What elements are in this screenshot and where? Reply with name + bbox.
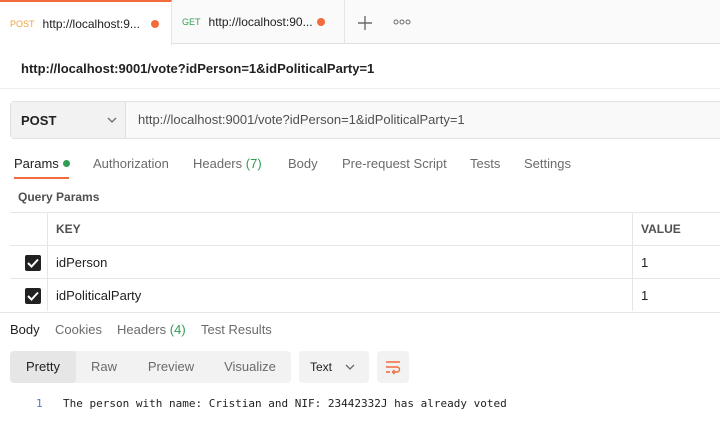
mode-pretty[interactable]: Pretty [10, 351, 76, 383]
headers-count: (4) [169, 322, 186, 337]
format-select[interactable]: Text [299, 351, 369, 383]
table-row: idPoliticalParty 1 [10, 278, 720, 311]
chevron-down-icon [345, 364, 355, 370]
tab-body[interactable]: Body [288, 156, 318, 171]
check-icon [27, 258, 39, 268]
tab-cookies[interactable]: Cookies [55, 322, 102, 337]
request-tabs: Params Authorization Headers (7) Body Pr… [0, 150, 720, 178]
unsaved-dot-icon [316, 18, 325, 26]
mode-raw[interactable]: Raw [76, 351, 132, 383]
param-checkbox[interactable] [25, 255, 41, 271]
query-params-label: Query Params [18, 190, 100, 204]
param-value[interactable]: 1 [641, 288, 648, 303]
tab-response-body[interactable]: Body [10, 322, 40, 337]
table-row: idPerson 1 [10, 245, 720, 278]
tab-label: Headers [117, 322, 167, 337]
plus-icon[interactable] [356, 14, 374, 32]
column-divider [632, 213, 633, 245]
more-horizontal-icon[interactable] [392, 16, 412, 28]
tab-headers[interactable]: Headers (7) [193, 156, 262, 171]
tab-tests[interactable]: Tests [470, 156, 500, 171]
url-input[interactable]: http://localhost:9001/vote?idPerson=1&id… [126, 102, 720, 138]
wrap-lines-icon [386, 361, 401, 375]
request-tab-get[interactable]: GET http://localhost:90... [173, 0, 345, 44]
tab-response-headers[interactable]: Headers (4) [117, 322, 186, 337]
tab-method-label: POST [10, 18, 35, 29]
headers-count: (7) [245, 156, 262, 171]
checkbox-column [10, 213, 48, 245]
method-select[interactable]: POST [11, 102, 126, 138]
param-key[interactable]: idPoliticalParty [56, 288, 141, 303]
line-number: 1 [36, 397, 43, 410]
value-column-header: VALUE [641, 222, 681, 236]
tab-settings[interactable]: Settings [524, 156, 571, 171]
table-header-row: KEY VALUE [10, 212, 720, 245]
response-body-text: The person with name: Cristian and NIF: … [63, 397, 507, 410]
param-value[interactable]: 1 [641, 255, 648, 270]
divider [0, 88, 720, 89]
mode-preview[interactable]: Preview [132, 351, 210, 383]
checkbox-cell [10, 246, 48, 278]
active-tab-indicator [14, 177, 69, 179]
tab-strip: POST http://localhost:9... GET http://lo… [0, 0, 720, 45]
tab-label: Headers [193, 156, 243, 171]
active-dot-icon [62, 160, 70, 167]
tab-label: Params [14, 156, 59, 171]
wrap-lines-button[interactable] [377, 351, 409, 383]
column-divider [632, 246, 633, 278]
url-bar: POST http://localhost:9001/vote?idPerson… [10, 101, 720, 139]
column-divider [632, 279, 633, 311]
request-tab-post[interactable]: POST http://localhost:9... [0, 0, 172, 45]
response-tabs: Body Cookies Headers (4) Test Results [0, 312, 720, 342]
query-params-table: KEY VALUE idPerson 1 idPoliticalParty 1 [10, 212, 720, 312]
tab-test-results[interactable]: Test Results [201, 322, 272, 337]
view-mode-group: Pretty Raw Preview Visualize [10, 351, 291, 383]
method-label: POST [21, 112, 57, 128]
tab-pre-request-script[interactable]: Pre-request Script [342, 156, 447, 171]
tab-authorization[interactable]: Authorization [93, 156, 169, 171]
checkbox-cell [10, 279, 48, 311]
param-checkbox[interactable] [25, 288, 41, 304]
mode-visualize[interactable]: Visualize [210, 351, 290, 383]
tab-url-label: http://localhost:90... [208, 15, 313, 29]
chevron-down-icon [107, 117, 117, 123]
request-title[interactable]: http://localhost:9001/vote?idPerson=1&id… [21, 61, 374, 76]
key-column-header: KEY [56, 222, 81, 236]
param-key[interactable]: idPerson [56, 255, 107, 270]
tab-method-label: GET [182, 17, 201, 27]
format-label: Text [310, 360, 333, 374]
check-icon [27, 291, 39, 301]
unsaved-dot-icon [150, 19, 159, 28]
tab-url-label: http://localhost:9... [42, 16, 140, 31]
tab-params[interactable]: Params [14, 156, 70, 171]
